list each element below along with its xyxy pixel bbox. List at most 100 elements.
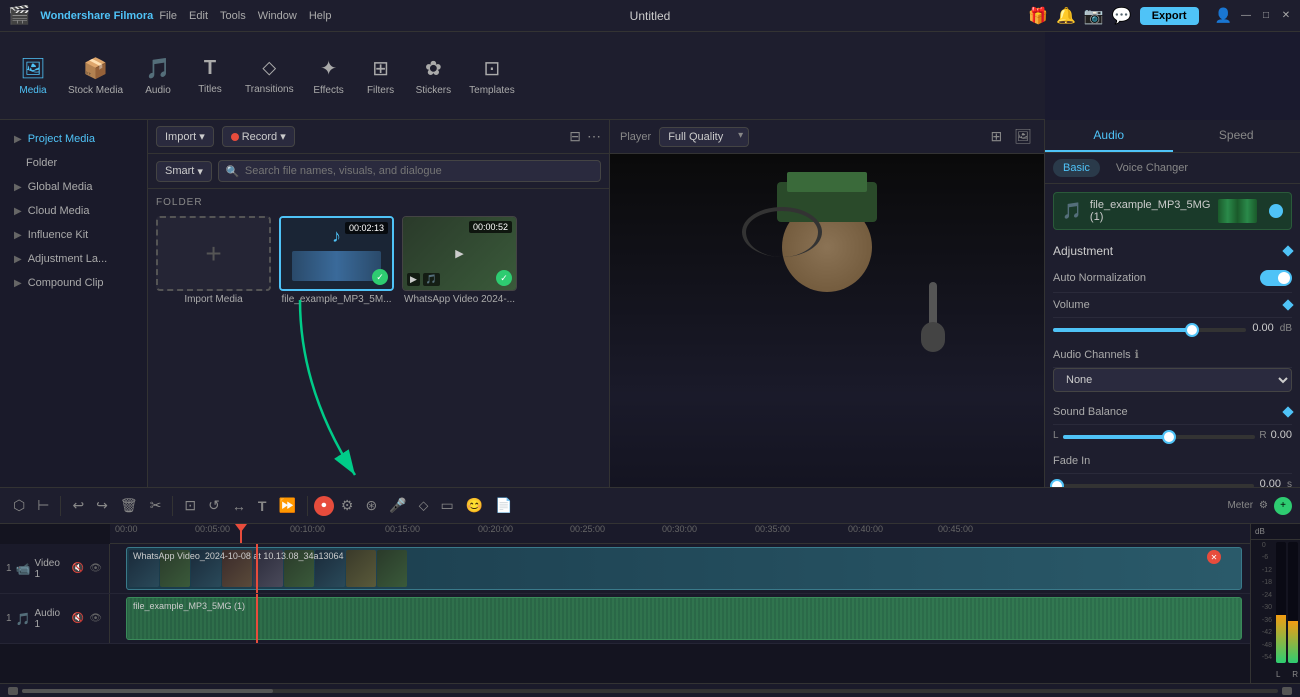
- ripple-tool-button[interactable]: ⊢: [32, 495, 54, 516]
- screenshot-icon[interactable]: 📷: [1084, 6, 1104, 26]
- preview-snapshot-icon[interactable]: 🖼: [1012, 126, 1034, 147]
- nav-adjustment-layers[interactable]: ▶ Adjustment La...: [6, 248, 141, 270]
- quality-select[interactable]: Full Quality 1/2 Quality 1/4 Quality: [659, 127, 749, 147]
- nav-project-media[interactable]: ▶ Project Media: [6, 128, 141, 150]
- nav-cloud-media[interactable]: ▶ Cloud Media: [6, 200, 141, 222]
- nav-folder[interactable]: Folder: [6, 152, 141, 174]
- split-button[interactable]: ✂: [145, 495, 167, 516]
- crop-button[interactable]: ⊡: [179, 495, 201, 516]
- undo-button[interactable]: ↩: [67, 495, 89, 516]
- toolbar-stock-media[interactable]: 📦 Stock Media: [60, 50, 131, 102]
- select-tool-button[interactable]: ⬡: [8, 495, 30, 516]
- meter-content: 0 -6 -12 -18 -24 -30 -36 -42 -48 -54: [1251, 540, 1300, 683]
- nav-global-media[interactable]: ▶ Global Media: [6, 176, 141, 198]
- toolbar-transitions[interactable]: ⬦ Transitions: [237, 51, 302, 101]
- toolbar-audio[interactable]: 🎵 Audio: [133, 50, 183, 102]
- tab-audio[interactable]: Audio: [1045, 120, 1173, 152]
- import-media-item[interactable]: + Import Media: [156, 216, 271, 305]
- chat-icon[interactable]: 💬: [1112, 6, 1132, 26]
- import-button[interactable]: Import ▾: [156, 126, 214, 147]
- tab-speed[interactable]: Speed: [1173, 120, 1300, 152]
- smart-filter-button[interactable]: Smart ▾: [156, 161, 212, 182]
- audio-check-badge: ✓: [372, 269, 388, 285]
- close-button[interactable]: ✕: [1280, 10, 1292, 22]
- balance-slider-track[interactable]: [1063, 435, 1256, 439]
- properties-subtabs: Basic Voice Changer: [1045, 153, 1300, 184]
- toolbar-templates[interactable]: ⊡ Templates: [461, 50, 523, 102]
- preview-grid-icon[interactable]: ⊞: [988, 126, 1004, 147]
- meter-settings-icon[interactable]: ⚙: [1259, 500, 1268, 511]
- redo-button[interactable]: ↪: [91, 495, 113, 516]
- voiceover-button[interactable]: 🎤: [384, 495, 411, 516]
- rotate-button[interactable]: ↺: [203, 495, 225, 516]
- audio-file-radio[interactable]: [1269, 204, 1283, 218]
- meter-r-bar-fill: [1288, 621, 1298, 663]
- speed-button[interactable]: ⏩: [273, 495, 300, 516]
- nav-influence-kit[interactable]: ▶ Influence Kit: [6, 224, 141, 246]
- effects-timeline-button[interactable]: ⚙: [336, 495, 359, 516]
- nav-adjustment-arrow-icon: ▶: [14, 254, 22, 265]
- video-clip[interactable]: WhatsApp Video_2024-10-08 at 10.13.08_34…: [126, 547, 1242, 590]
- search-input[interactable]: [218, 160, 601, 182]
- export-button[interactable]: Export: [1140, 7, 1199, 25]
- toolbar-effects[interactable]: ✦ Effects: [304, 50, 354, 102]
- timeline-zoom-left[interactable]: [8, 687, 18, 695]
- filter-icon[interactable]: ⊟: [569, 128, 581, 145]
- audio-channels-info-icon[interactable]: ℹ: [1135, 348, 1139, 361]
- flip-button[interactable]: ↔: [227, 496, 251, 516]
- sound-balance-diamond-icon[interactable]: [1282, 406, 1293, 417]
- sticker-timeline-button[interactable]: 😊: [461, 495, 488, 516]
- audio-track-clips: file_example_MP3_5MG (1): [110, 594, 1250, 643]
- audio-visibility-button[interactable]: 👁: [88, 612, 103, 625]
- notification-icon[interactable]: 🔔: [1056, 6, 1076, 26]
- timeline-scroll-track[interactable]: [22, 689, 1278, 693]
- timeline-zoom-right[interactable]: [1282, 687, 1292, 695]
- record-timeline-button[interactable]: ⏺: [314, 496, 334, 516]
- menu-tools[interactable]: Tools: [220, 10, 246, 22]
- video-mute-button[interactable]: 🔇: [71, 562, 85, 575]
- menu-help[interactable]: Help: [309, 10, 332, 22]
- meter-scale-1: -6: [1262, 554, 1272, 561]
- delete-button[interactable]: 🗑: [115, 495, 143, 516]
- audio-channels-select[interactable]: None Stereo Mono: [1053, 368, 1292, 392]
- audio-clip[interactable]: file_example_MP3_5MG (1): [126, 597, 1242, 640]
- gift-icon[interactable]: 🎁: [1028, 6, 1048, 26]
- audio-media-item[interactable]: ♪ 00:02:13 ✓ file_example_MP3_5M...: [279, 216, 394, 305]
- auto-normalization-toggle[interactable]: [1260, 270, 1292, 286]
- subtab-voice-changer[interactable]: Voice Changer: [1106, 159, 1198, 177]
- sound-balance-slider-row: L R 0.00: [1053, 425, 1292, 449]
- menu-edit[interactable]: Edit: [189, 10, 208, 22]
- subtab-basic[interactable]: Basic: [1053, 159, 1100, 177]
- mask-button[interactable]: ⊛: [360, 495, 382, 516]
- maximize-button[interactable]: □: [1260, 10, 1272, 22]
- menu-window[interactable]: Window: [258, 10, 297, 22]
- audio-mute-button[interactable]: 🔇: [71, 612, 85, 625]
- volume-slider-thumb[interactable]: [1185, 323, 1199, 337]
- video-media-item[interactable]: ▶ 00:00:52 ▶ 🎵 ✓ WhatsApp Video 2024-...: [402, 216, 517, 305]
- ruler-mark-2: 00:10:00: [290, 524, 325, 534]
- toolbar-media[interactable]: 🖼 Media: [8, 50, 58, 102]
- nav-compound-clip[interactable]: ▶ Compound Clip: [6, 272, 141, 294]
- minimize-button[interactable]: —: [1240, 10, 1252, 22]
- transition-timeline-button[interactable]: ⬦: [414, 495, 434, 516]
- record-button[interactable]: Record ▾: [222, 126, 295, 147]
- nav-compound-clip-label: Compound Clip: [28, 277, 104, 289]
- avatar-icon[interactable]: 👤: [1215, 7, 1232, 24]
- subtitle-button[interactable]: ▭: [435, 495, 458, 516]
- more-options-icon[interactable]: ⋯: [587, 128, 601, 145]
- text-button[interactable]: T: [253, 496, 272, 516]
- add-track-button[interactable]: +: [1274, 497, 1292, 515]
- volume-slider-track[interactable]: [1053, 328, 1246, 332]
- balance-slider-thumb[interactable]: [1162, 430, 1176, 444]
- volume-diamond-icon[interactable]: [1282, 299, 1293, 310]
- template-timeline-button[interactable]: 📄: [490, 495, 517, 516]
- toolbar-titles[interactable]: T Titles: [185, 51, 235, 101]
- adjustment-diamond-icon[interactable]: [1282, 245, 1293, 256]
- menu-file[interactable]: File: [159, 10, 177, 22]
- video-clip-delete[interactable]: ✕: [1207, 550, 1221, 564]
- main-layout: 🖼 Media 📦 Stock Media 🎵 Audio T Titles ⬦…: [0, 32, 1300, 697]
- toolbar-filters[interactable]: ⊞ Filters: [356, 50, 406, 102]
- toolbar-stickers[interactable]: ✿ Stickers: [408, 50, 460, 102]
- video-lock-button[interactable]: 👁: [88, 562, 103, 575]
- stickers-icon: ✿: [425, 56, 442, 81]
